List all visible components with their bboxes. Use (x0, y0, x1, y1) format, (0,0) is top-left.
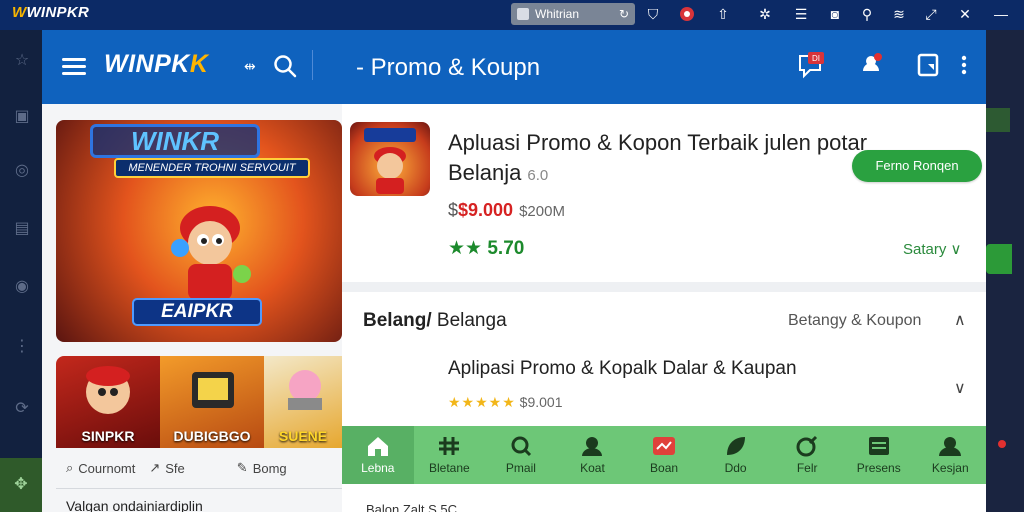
app-thumbnail[interactable] (350, 122, 430, 196)
list-item-rating: ★★★★★ $9.001 (448, 394, 563, 410)
app-logo: WINPKK (104, 50, 209, 78)
below-nav-text: Balon Zalt S.5C (366, 502, 458, 512)
bottom-navigation: Lebna Bletane Pmail Koat Boan Ddo Felr P… (342, 426, 986, 484)
promo-badge-icon[interactable]: DI (796, 50, 826, 80)
rating-stars: ★★★★★ (448, 394, 516, 410)
emulator-side-toggle[interactable] (986, 244, 1012, 274)
document-icon[interactable]: ☰ (792, 5, 810, 23)
header-divider (312, 50, 313, 80)
bookmark-icon[interactable] (914, 50, 944, 80)
comment-action[interactable]: ⌕ Cournomt (66, 460, 135, 476)
nav-item-search[interactable]: Pmail (485, 426, 557, 484)
current-price: $9.000 (458, 200, 514, 220)
nav-item-home[interactable]: Lebna (342, 426, 414, 484)
app-rating: ★★ 5.70 (448, 238, 525, 259)
home-icon (367, 437, 388, 456)
nav-item-target[interactable]: Felr (771, 426, 843, 484)
location-icon[interactable]: ◉ (11, 276, 33, 298)
emulator-side-button[interactable] (986, 108, 1010, 132)
chevron-down-icon[interactable]: ∨ (954, 378, 966, 398)
chart-icon (653, 437, 676, 455)
share-icon: ↗ (149, 460, 161, 475)
edit-action[interactable]: ✎ Bomg (237, 460, 287, 476)
game-card[interactable]: SUENE (264, 356, 342, 448)
search-icon (511, 436, 531, 457)
action-row: ⌕ Cournomt ↗ Sfe ✎ Bomg (56, 452, 342, 484)
shield-icon[interactable]: ⛉ (644, 5, 662, 23)
nav-item-leaf[interactable]: Ddo (700, 426, 772, 484)
mascot-illustration (160, 188, 260, 308)
more-options-icon[interactable] (950, 50, 980, 80)
swap-icon[interactable]: ⇹ (244, 58, 256, 75)
emulator-sidebar-footer[interactable]: ✥ (0, 458, 42, 512)
refresh-icon[interactable]: ↻ (619, 7, 629, 21)
nav-item-list[interactable]: Presens (843, 426, 915, 484)
sync-icon[interactable]: ⟳ (11, 398, 33, 420)
game-card-label: SUENE (278, 428, 328, 444)
app-meta: 6.0 (527, 167, 549, 184)
link-icon[interactable]: ⚲ (858, 5, 876, 23)
app-price: $$9.000 $200M (448, 200, 565, 220)
notification-icon[interactable] (678, 5, 696, 23)
move-icon: ✥ (14, 476, 28, 493)
game-card[interactable]: SINPKR (56, 356, 160, 448)
expand-icon[interactable]: ⤢ (922, 5, 940, 23)
upload-icon[interactable]: ⇧ (714, 5, 732, 23)
nav-item-user[interactable]: Koat (557, 426, 629, 484)
banner-footer-logo: EAIPKR (132, 298, 262, 326)
search-icon[interactable] (272, 53, 298, 79)
chevron-up-icon[interactable]: ∧ (954, 310, 966, 330)
list-icon (868, 437, 889, 455)
close-icon[interactable]: ✕ (956, 5, 974, 23)
nav-item-grid[interactable]: Bletane (414, 426, 486, 484)
titlebar-logo: WWINPKR (12, 4, 90, 21)
game-card[interactable]: DUBIGBGO (160, 356, 264, 448)
star-icon[interactable]: ☆ (11, 50, 33, 72)
settings-icon[interactable]: ✲ (756, 5, 774, 23)
old-price: $200M (519, 203, 565, 220)
tab-label: Whitrian (535, 7, 580, 21)
claim-promo-button[interactable]: Ferno Ronqen (852, 150, 982, 182)
section-filter-label[interactable]: Betangy & Koupon (788, 312, 921, 330)
page-title: - Promo & Koupn (356, 54, 541, 81)
leaf-icon (726, 437, 745, 455)
tab-icon (517, 8, 529, 20)
section-separator (342, 282, 986, 292)
target-icon (796, 435, 818, 457)
image-icon[interactable]: ▤ (11, 218, 33, 240)
comment-icon: ⌕ (66, 460, 74, 475)
edit-icon: ✎ (236, 460, 248, 475)
recording-dot (998, 440, 1006, 448)
game-card-label: SINPKR (81, 428, 135, 444)
compass-icon[interactable]: ◎ (11, 160, 33, 182)
titlebar-tab[interactable]: Whitrian ↻ (511, 3, 635, 25)
left-footer-text: Valgan ondainiardiplin (66, 498, 203, 512)
menu-icon[interactable] (62, 58, 86, 76)
nav-item-chart[interactable]: Boan (628, 426, 700, 484)
promo-badge-text: DI (812, 54, 820, 63)
banner-title: WINKR (90, 124, 260, 158)
more-icon[interactable]: ⋮ (11, 336, 33, 358)
grid-icon (439, 437, 460, 455)
user-icon (582, 437, 603, 456)
banner-subtitle: MENENDER TROHNI SERVOUIT (114, 158, 310, 178)
game-card-label: DUBIGBGO (173, 428, 251, 444)
share-action[interactable]: ↗ Sfe (149, 460, 184, 476)
profile-icon (939, 437, 962, 456)
list-item-title[interactable]: Aplipasi Promo & Kopalk Dalar & Kaupan (448, 358, 797, 380)
minimize-icon[interactable]: — (992, 5, 1010, 23)
row-divider (56, 488, 342, 489)
notifications-icon[interactable] (856, 50, 886, 80)
camera-icon[interactable]: ◙ (826, 5, 844, 23)
nav-item-profile[interactable]: Kesjan (915, 426, 987, 484)
show-more-link[interactable]: Satary ∨ (903, 240, 962, 258)
app-title[interactable]: Apluasi Promo & Kopon Terbaik julen pota… (448, 128, 868, 191)
screen-icon[interactable]: ▣ (11, 106, 33, 128)
emulator-sidebar (0, 30, 42, 512)
wifi-icon[interactable]: ≋ (890, 5, 908, 23)
section-title: Belang/ Belanga (363, 310, 507, 331)
